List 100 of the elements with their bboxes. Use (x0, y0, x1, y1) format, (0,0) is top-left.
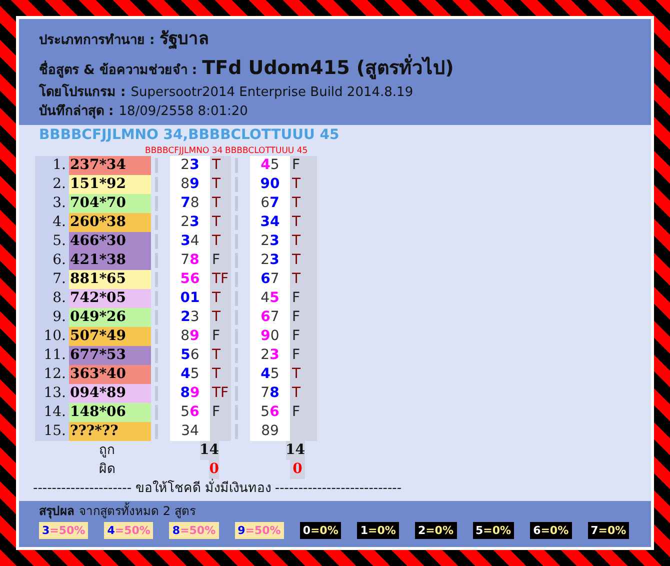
result-cell: T (210, 175, 231, 194)
wish-text: --------------------- ขอให้โชคดี มั่งมีเงินทอง --------------------------- (33, 480, 631, 498)
field-label: ชื่อสูตร & ข้อความช่วยจำ : (39, 61, 198, 80)
total-label: ผิด (98, 461, 116, 479)
row-index: 14. (35, 403, 69, 422)
result-chip: 6=0% (530, 522, 572, 539)
result-cell: F (290, 308, 317, 327)
result-cell: T (290, 251, 317, 270)
digits-cell: 67 (250, 270, 290, 289)
result-cell: T (290, 194, 317, 213)
digits-cell: 45 (250, 365, 290, 384)
digits-cell: 89 (170, 175, 210, 194)
row-index: 2. (35, 175, 69, 194)
field-value: TFd Udom415 (สูตรทั่วไป) (202, 53, 454, 83)
digits-cell: 78 (170, 194, 210, 213)
column-header: BBBBCLOTTUUU 45 (225, 146, 309, 156)
digits-cell: 67 (250, 308, 290, 327)
total-label: ถูก (98, 442, 116, 460)
result-cell: T (210, 308, 231, 327)
result-cell: F (210, 251, 231, 270)
result-cell: TF (210, 270, 231, 289)
result-chip: 0=0% (300, 522, 342, 539)
digits-cell: 45 (250, 156, 290, 175)
row-index: 9. (35, 308, 69, 327)
result-chip: 3=50% (39, 522, 88, 539)
total-value: 0 (209, 460, 219, 479)
result-chip: 5=0% (472, 522, 514, 539)
digits-cell: 56 (170, 270, 210, 289)
number-cell: 363*40 (69, 365, 151, 384)
number-cell: 704*70 (69, 194, 151, 213)
digits-cell: 23 (250, 251, 290, 270)
number-cell: 151*92 (69, 175, 151, 194)
result-cell: T (210, 213, 231, 232)
number-cell: 237*34 (69, 156, 151, 175)
digits-cell: 89 (170, 327, 210, 346)
result-cell: F (290, 156, 317, 175)
row-index: 4. (35, 213, 69, 232)
number-cell: 742*05 (69, 289, 151, 308)
result-cell: T (210, 232, 231, 251)
formulas-title: BBBBCFJJLMNO 34,BBBBCLOTTUUU 45 (39, 126, 340, 144)
digits-cell: 89 (170, 384, 210, 403)
row-index: 10. (35, 327, 69, 346)
digits-cell: 56 (170, 346, 210, 365)
digits-cell: 23 (170, 213, 210, 232)
digits-cell: 45 (170, 365, 210, 384)
field-value: 18/09/2558 8:01:20 (118, 103, 248, 121)
digits-cell: 78 (250, 384, 290, 403)
digits-cell: 90 (250, 327, 290, 346)
row-index: 6. (35, 251, 69, 270)
row-index: 1. (35, 156, 69, 175)
field-label: โดยโปรแกรม : (39, 83, 126, 102)
result-cell: TF (210, 384, 231, 403)
result-cell: T (290, 270, 317, 289)
result-chip: 8=50% (169, 522, 219, 539)
digits-cell: 89 (250, 422, 290, 441)
total-value: 14 (200, 441, 219, 460)
field-value: รัฐบาล (160, 28, 209, 52)
result-chip: 1=0% (357, 522, 399, 539)
row-index: 5. (35, 232, 69, 251)
result-cell: T (290, 232, 317, 251)
field-label: ประเภทการทำนาย : (39, 32, 155, 50)
total-value: 0 (290, 460, 305, 479)
row-index: 7. (35, 270, 69, 289)
result-cell: T (290, 175, 317, 194)
result-cell: T (210, 346, 231, 365)
number-cell: 049*26 (69, 308, 151, 327)
digits-cell: 01 (170, 289, 210, 308)
number-cell: 148*06 (69, 403, 151, 422)
digits-cell: 78 (170, 251, 210, 270)
result-cell: F (290, 289, 317, 308)
digits-cell: 67 (250, 194, 290, 213)
field-label: บันทึกล่าสุด : (39, 103, 114, 121)
result-cell: F (290, 327, 317, 346)
row-index: 13. (35, 384, 69, 403)
number-cell: 260*38 (69, 213, 151, 232)
row-index: 11. (35, 346, 69, 365)
number-cell: 466*30 (69, 232, 151, 251)
result-cell: F (210, 327, 231, 346)
digits-cell: 23 (170, 308, 210, 327)
result-cell: T (290, 213, 317, 232)
result-cell: T (210, 194, 231, 213)
result-cell: T (290, 384, 317, 403)
row-index: 15. (35, 422, 69, 441)
digits-cell: 34 (170, 422, 210, 441)
number-cell: 421*38 (69, 251, 151, 270)
number-cell: 677*53 (69, 346, 151, 365)
result-chip: 9=50% (234, 522, 284, 539)
row-index: 3. (35, 194, 69, 213)
summary-subtitle: จากสูตรทั้งหมด 2 สูตร (79, 503, 196, 519)
digits-cell: 45 (250, 289, 290, 308)
digits-cell: 56 (170, 403, 210, 422)
field-value: Supersootr2014 Enterprise Build 2014.8.19 (130, 84, 414, 102)
digits-cell: 23 (250, 232, 290, 251)
result-cell: T (290, 365, 317, 384)
row-index: 8. (35, 289, 69, 308)
result-cell: T (210, 156, 231, 175)
result-cell: T (210, 365, 231, 384)
result-cell: F (290, 346, 317, 365)
row-index: 12. (35, 365, 69, 384)
number-cell: ???*?? (69, 422, 151, 441)
